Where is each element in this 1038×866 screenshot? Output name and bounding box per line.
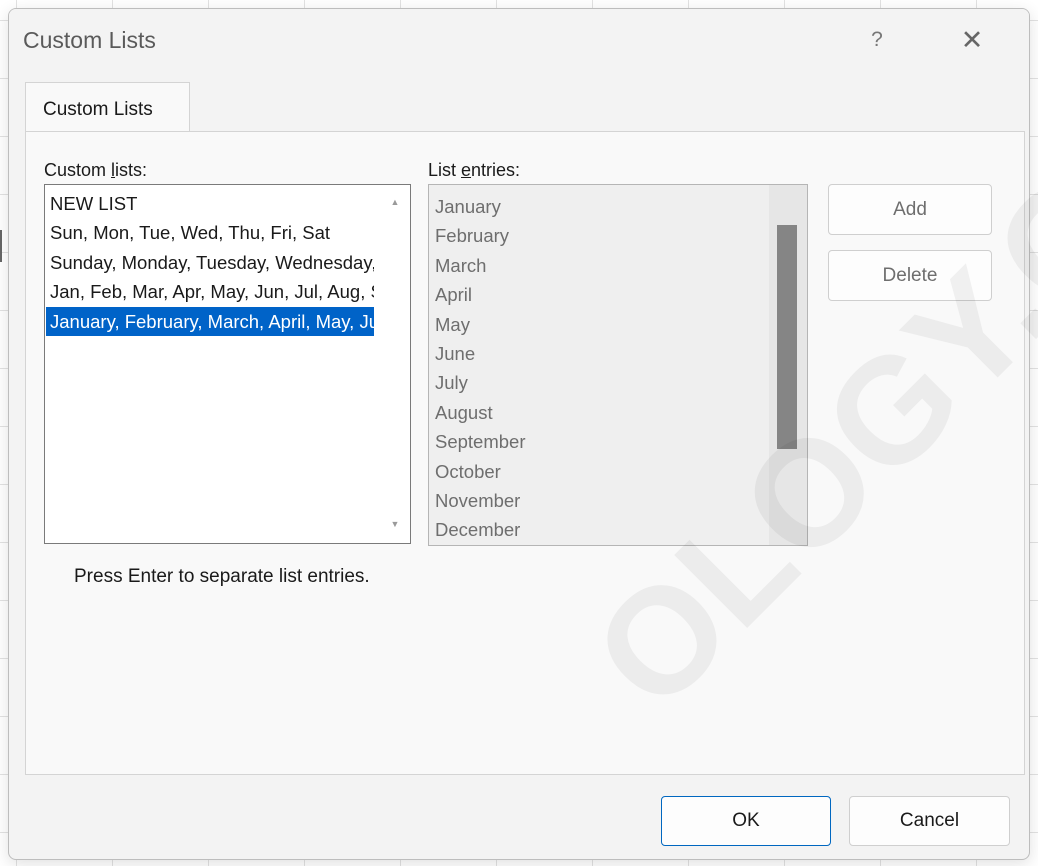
custom-list-item-selected[interactable]: January, February, March, April, May, Ju… — [46, 306, 374, 336]
custom-lists-items: NEW LIST Sun, Mon, Tue, Wed, Thu, Fri, Sa… — [46, 189, 374, 336]
dialog-title: Custom Lists — [23, 27, 156, 53]
add-button[interactable]: Add — [828, 184, 992, 235]
tab-custom-lists[interactable]: Custom Lists — [25, 82, 190, 132]
custom-lists-listbox[interactable]: NEW LIST Sun, Mon, Tue, Wed, Thu, Fri, Sa… — [44, 184, 411, 544]
list-entry: June — [435, 342, 476, 364]
ok-button[interactable]: OK — [661, 796, 831, 846]
scroll-down-icon[interactable]: ▼ — [380, 519, 410, 529]
list-entry: February — [435, 225, 510, 247]
list-entry: October — [435, 460, 501, 482]
list-entry: September — [435, 431, 526, 453]
list-entry: March — [435, 254, 487, 276]
custom-lists-scrollbar[interactable]: ▲ ▼ — [380, 185, 410, 543]
close-button[interactable]: ✕ — [947, 21, 997, 59]
scrollbar-thumb[interactable] — [777, 225, 797, 449]
title-bar: Custom Lists ? ✕ — [9, 9, 1029, 71]
custom-lists-dialog: Custom Lists ? ✕ Custom Lists Custom lis… — [8, 8, 1030, 860]
custom-lists-label: Custom lists: — [44, 160, 148, 180]
custom-list-item[interactable]: NEW LIST — [46, 189, 374, 218]
hint-text: Press Enter to separate list entries. — [74, 566, 370, 587]
list-entry: November — [435, 489, 521, 511]
custom-list-item[interactable]: Sunday, Monday, Tuesday, Wednesday, Thur… — [46, 248, 374, 277]
list-entry: January — [435, 196, 501, 217]
list-entry: May — [435, 313, 470, 335]
list-entries-label: List entries: — [428, 160, 521, 180]
tab-panel: Custom lists: NEW LIST Sun, Mon, Tue, Wed… — [25, 131, 1025, 775]
list-entry: December — [435, 519, 521, 541]
list-entries-scrollbar[interactable] — [769, 185, 807, 545]
list-entries-textbox[interactable]: January February March April May June July Augu… — [428, 184, 808, 546]
cell-bracket-fragment — [0, 230, 4, 262]
list-entry: August — [435, 401, 493, 423]
custom-list-item[interactable]: Jan, Feb, Mar, Apr, May, Jun, Jul, Aug, … — [46, 277, 374, 306]
delete-button[interactable]: Delete — [828, 250, 992, 301]
help-button[interactable]: ? — [855, 23, 899, 57]
scroll-up-icon[interactable]: ▲ — [380, 197, 410, 207]
list-entry: July — [435, 372, 468, 394]
custom-list-item[interactable]: Sun, Mon, Tue, Wed, Thu, Fri, Sat — [46, 218, 374, 247]
cancel-button[interactable]: Cancel — [849, 796, 1010, 846]
list-entry: April — [435, 284, 473, 306]
list-entries-items: January February March April May June July Augu… — [429, 192, 769, 545]
